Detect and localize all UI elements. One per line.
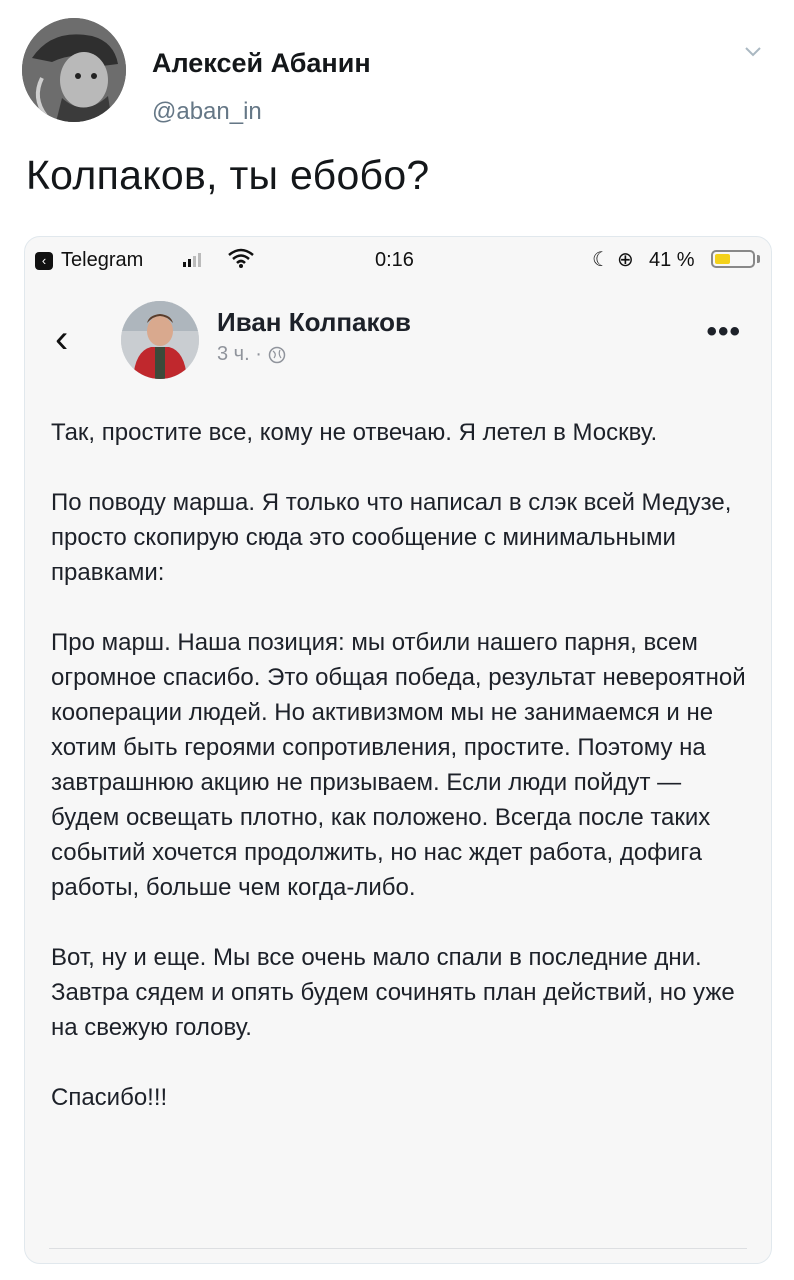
wifi-icon bbox=[228, 248, 254, 268]
battery-nub bbox=[757, 255, 760, 263]
author-name[interactable]: Алексей Абанин bbox=[152, 48, 371, 79]
divider bbox=[49, 1248, 747, 1249]
back-button[interactable]: ‹ bbox=[55, 319, 68, 359]
post-paragraph: По поводу марша. Я только что написал в … bbox=[51, 489, 732, 586]
post-paragraph: Вот, ну и еще. Мы все очень мало спали в… bbox=[51, 944, 735, 1041]
status-bar: ‹ Telegram 0:16 ☾ ⊕ 41 % bbox=[25, 237, 771, 281]
status-time: 0:16 bbox=[375, 249, 414, 271]
battery-level-fill bbox=[715, 254, 730, 264]
post-header: ‹ Иван Колпаков 3 ч. · ••• bbox=[25, 291, 771, 391]
poster-name[interactable]: Иван Колпаков bbox=[217, 307, 411, 338]
chevron-down-icon[interactable] bbox=[742, 40, 764, 62]
do-not-disturb-icon: ☾ bbox=[592, 249, 610, 271]
globe-icon bbox=[268, 346, 286, 363]
back-arrow-icon: ‹ bbox=[35, 251, 53, 270]
post-paragraph: Спасибо!!! bbox=[51, 1084, 168, 1111]
post-body: Так, простите все, кому не отвечаю. Я ле… bbox=[51, 415, 751, 1150]
post-paragraph: Так, простите все, кому не отвечаю. Я ле… bbox=[51, 419, 658, 446]
post-paragraph: Про марш. Наша позиция: мы отбили нашего… bbox=[51, 629, 746, 901]
post-meta: 3 ч. · bbox=[217, 343, 286, 366]
tweet-text: Колпаков, ты ебобо? bbox=[26, 152, 430, 198]
attached-screenshot[interactable]: ‹ Telegram 0:16 ☾ ⊕ 41 % ‹ Иван Колпаков… bbox=[24, 236, 772, 1264]
back-to-app[interactable]: ‹ Telegram bbox=[35, 249, 143, 272]
signal-icon bbox=[183, 251, 201, 267]
rotation-lock-icon: ⊕ bbox=[617, 249, 634, 271]
battery-icon bbox=[711, 250, 755, 268]
author-handle[interactable]: @aban_in bbox=[152, 98, 262, 126]
author-avatar[interactable] bbox=[22, 18, 126, 122]
tweet-header: Алексей Абанин @aban_in bbox=[22, 18, 772, 128]
battery-percent: 41 % bbox=[649, 249, 695, 271]
back-app-label: Telegram bbox=[61, 249, 144, 271]
post-time: 3 ч. · bbox=[217, 343, 262, 365]
poster-avatar[interactable] bbox=[121, 301, 199, 379]
more-options-button[interactable]: ••• bbox=[706, 315, 741, 349]
